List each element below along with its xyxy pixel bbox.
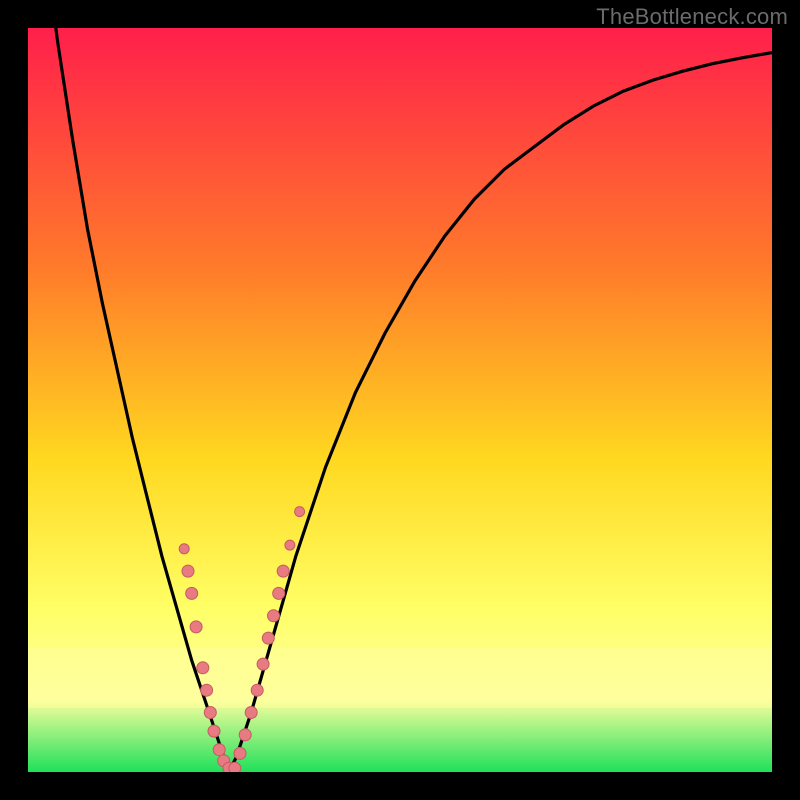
data-marker [295, 507, 305, 517]
data-marker [245, 707, 257, 719]
outer-frame: TheBottleneck.com [0, 0, 800, 800]
pale-band [28, 648, 772, 708]
data-marker [179, 544, 189, 554]
data-marker [201, 684, 213, 696]
plot-area [28, 28, 772, 772]
data-marker [213, 744, 225, 756]
data-marker [262, 632, 274, 644]
data-marker [285, 540, 295, 550]
data-marker [186, 587, 198, 599]
data-marker [268, 610, 280, 622]
data-marker [208, 725, 220, 737]
data-marker [251, 684, 263, 696]
data-marker [273, 587, 285, 599]
data-marker [204, 707, 216, 719]
chart-svg [28, 28, 772, 772]
data-marker [277, 565, 289, 577]
data-marker [182, 565, 194, 577]
data-marker [190, 621, 202, 633]
data-marker [229, 762, 241, 772]
watermark-text: TheBottleneck.com [596, 4, 788, 30]
data-marker [257, 658, 269, 670]
data-marker [234, 747, 246, 759]
data-marker [239, 729, 251, 741]
data-marker [197, 662, 209, 674]
